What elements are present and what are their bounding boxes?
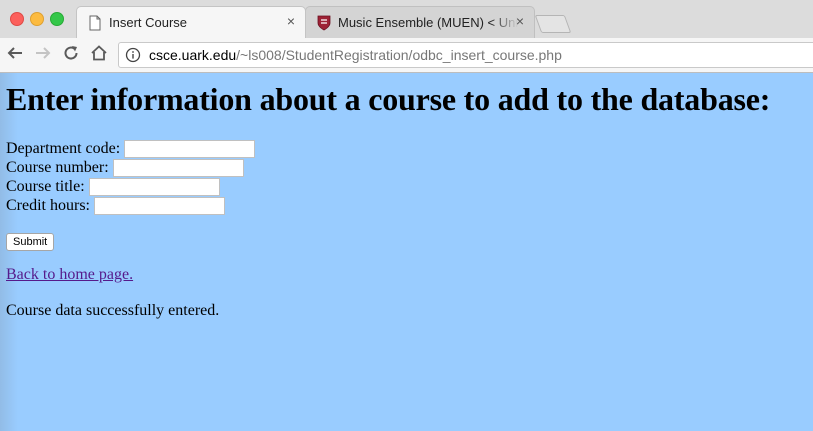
credit-hours-label: Credit hours: [6,197,90,214]
new-tab-button[interactable] [534,15,572,33]
window-maximize-button[interactable] [50,12,64,26]
close-tab-icon[interactable]: × [287,13,295,29]
forward-arrow-icon[interactable] [33,44,53,64]
tab-bar: Insert Course × Music Ensemble (MUEN) < … [0,0,813,39]
url-host: csce.uark.edu [149,47,237,63]
course-number-input[interactable] [112,158,244,177]
tab-title: Insert Course [109,15,188,30]
tab-insert-course[interactable]: Insert Course × [76,6,306,38]
shield-crest-icon [317,15,331,31]
department-code-label: Department code: [6,140,121,157]
department-code-input[interactable] [124,139,256,158]
browser-chrome: Insert Course × Music Ensemble (MUEN) < … [0,0,813,73]
page-heading: Enter information about a course to add … [6,81,771,117]
url-text: csce.uark.edu/~ls008/StudentRegistration… [149,47,562,63]
document-icon [88,15,102,31]
info-icon[interactable] [125,47,141,63]
url-path: /~ls008/StudentRegistration/odbc_insert_… [236,47,562,63]
submit-button[interactable]: Submit [6,233,55,251]
page-content: Enter information about a course to add … [0,73,813,431]
tab-music-ensemble[interactable]: Music Ensemble (MUEN) < University of Ar… [305,6,535,38]
address-bar[interactable]: csce.uark.edu/~ls008/StudentRegistration… [118,42,813,68]
course-number-row: Course number: [6,158,255,177]
department-code-row: Department code: [6,139,256,158]
home-icon[interactable] [89,44,109,64]
course-title-row: Course title: [6,177,255,196]
course-form: Department code: Course number: Course t… [6,139,256,215]
window-close-button[interactable] [10,12,24,26]
credit-hours-input[interactable] [94,196,225,215]
reload-icon[interactable] [61,44,81,64]
course-title-label: Course title: [6,178,85,195]
browser-toolbar: csce.uark.edu/~ls008/StudentRegistration… [0,38,813,73]
course-number-label: Course number: [6,159,109,176]
credit-hours-row: Credit hours: [6,196,255,215]
window-minimize-button[interactable] [30,12,44,26]
status-message: Course data successfully entered. [6,302,220,319]
back-arrow-icon[interactable] [5,44,25,64]
course-title-input[interactable] [88,177,220,196]
close-tab-icon[interactable]: × [516,13,524,29]
tab-title: Music Ensemble (MUEN) < University of Ar… [338,15,518,30]
back-to-home-link[interactable]: Back to home page. [6,266,133,284]
